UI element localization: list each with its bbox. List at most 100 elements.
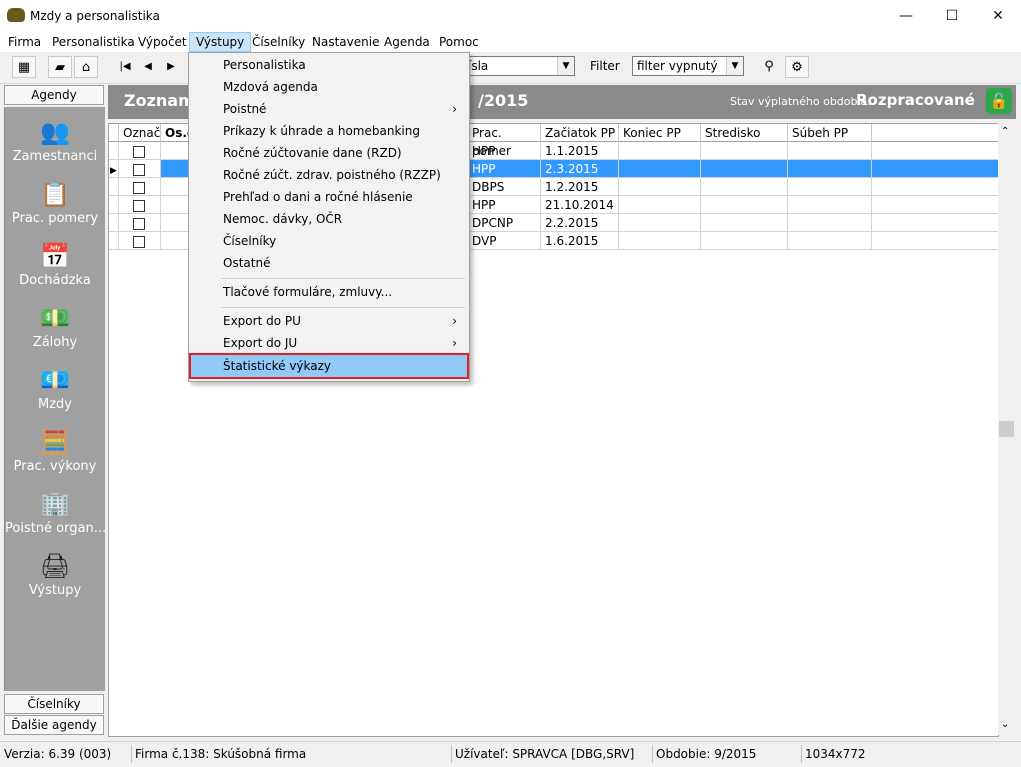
sidebar-item-vystupy[interactable]: 🖨 Výstupy [5, 545, 105, 607]
period-status-value: Rozpracované [856, 91, 975, 109]
row-checkbox[interactable] [133, 199, 145, 212]
tab-agendy[interactable]: Agendy [4, 85, 104, 105]
sidebar-item-label: Prac. pomery [11, 211, 99, 226]
table-cell-filler [872, 142, 998, 160]
menu-vypocet[interactable]: Výpočet [132, 32, 193, 52]
table-cell [788, 196, 872, 214]
column-header-prac-pomer[interactable]: Prac. pomer [468, 124, 541, 158]
row-checkbox-cell [119, 160, 161, 178]
row-checkbox[interactable] [133, 163, 145, 176]
scroll-up-icon[interactable]: ⌃ [1001, 126, 1009, 137]
menu-item-label: Ročné zúčtovanie dane (RZD) [223, 146, 402, 160]
row-checkbox-cell [119, 196, 161, 214]
prev-record-icon[interactable]: ◀ [138, 57, 158, 77]
menu-item-export-do-ju[interactable]: Export do JU › [191, 332, 467, 354]
tab-ciselniky[interactable]: Číselníky [4, 694, 104, 714]
scrollbar-thumb[interactable] [999, 421, 1014, 437]
sidebar-item-dochadzka[interactable]: 📅 Dochádzka [5, 235, 105, 297]
sidebar-item-prac-pomery[interactable]: 📋 Prac. pomery [5, 173, 105, 235]
filter-combo[interactable]: filter vypnutý ▼ [632, 56, 744, 76]
column-header-subeh-pp[interactable]: Súbeh PP [788, 124, 872, 142]
maximize-button[interactable]: ☐ [929, 0, 975, 32]
settings-icon[interactable]: ⚙ [785, 56, 809, 78]
row-indicator [109, 196, 119, 214]
row-checkbox[interactable] [133, 235, 145, 248]
sidebar-item-zalohy[interactable]: 💵 Zálohy [5, 297, 105, 359]
cell-zaciatok-pp: 1.6.2015 [541, 232, 619, 250]
column-header-koniec-pp[interactable]: Koniec PP [619, 124, 701, 142]
chevron-right-icon: › [452, 314, 457, 328]
column-header-zaciatok-pp[interactable]: Začiatok PP [541, 124, 619, 142]
menu-nastavenie[interactable]: Nastavenie [306, 32, 385, 52]
binoculars-icon[interactable]: ⚲ [757, 56, 781, 78]
menu-ciselniky[interactable]: Číselníky [246, 32, 311, 52]
chevron-down-icon[interactable]: ▼ [557, 57, 574, 75]
table-cell [619, 142, 701, 160]
table-cell [701, 160, 788, 178]
menu-item-rzzp[interactable]: Ročné zúčt. zdrav. poistného (RZZP) [191, 164, 467, 186]
menu-firma[interactable]: Firma [2, 32, 47, 52]
menu-item-statisticke-vykazy[interactable]: Štatistické výkazy [189, 353, 469, 379]
chevron-down-icon[interactable]: ▼ [726, 57, 743, 75]
contract-icon: 📋 [40, 180, 70, 208]
sidebar-item-label: Mzdy [38, 397, 72, 412]
menu-item-tlacove-formulare[interactable]: Tlačové formuláre, zmluvy... [191, 281, 467, 303]
status-version: Verzia: 6.39 (003) [4, 747, 112, 761]
first-record-icon[interactable]: |◀ [115, 57, 135, 77]
row-checkbox-cell [119, 142, 161, 160]
vertical-scrollbar[interactable]: ⌃ ⌄ [998, 123, 1015, 735]
menu-item-label: Štatistické výkazy [223, 359, 332, 373]
row-checkbox-cell [119, 178, 161, 196]
table-cell [788, 160, 872, 178]
sidebar-item-mzdy[interactable]: 💶 Mzdy [5, 359, 105, 421]
menu-item-poistne[interactable]: Poistné › [191, 98, 467, 120]
row-checkbox-cell [119, 232, 161, 250]
sidebar-item-label: Poistné organ... [5, 521, 105, 536]
column-header-oznac[interactable]: Označ [119, 124, 161, 142]
book-icon[interactable]: ▰ [48, 56, 72, 78]
tab-dalsie-agendy[interactable]: Ďalšie agendy [4, 715, 104, 735]
menu-item-export-do-pu[interactable]: Export do PU › [191, 310, 467, 332]
minimize-button[interactable]: — [883, 0, 929, 32]
menu-item-personalistika[interactable]: Personalistika [191, 54, 467, 76]
home-icon[interactable]: ⌂ [74, 56, 98, 78]
menu-vystupy[interactable]: Výstupy [189, 32, 252, 52]
status-user: Užívateľ: SPRAVCA [DBG,SRV] [451, 745, 634, 763]
menu-item-label: Ročné zúčt. zdrav. poistného (RZZP) [223, 168, 441, 182]
menu-pomoc[interactable]: Pomoc [433, 32, 485, 52]
next-record-icon[interactable]: ▶ [161, 57, 181, 77]
sidebar-item-label: Prac. výkony [13, 459, 97, 474]
menu-item-label: Poistné [223, 102, 267, 116]
menu-item-ciselniky[interactable]: Číselníky [191, 230, 467, 252]
building-icon: 🏢 [40, 490, 70, 518]
menu-item-rzd[interactable]: Ročné zúčtovanie dane (RZD) [191, 142, 467, 164]
menu-separator [221, 278, 465, 279]
menu-item-label: Ostatné [223, 256, 271, 270]
sidebar-item-poistne-organ[interactable]: 🏢 Poistné organ... [5, 483, 105, 545]
close-button[interactable]: ✕ [975, 0, 1021, 32]
calculator-icon: 🧮 [40, 428, 70, 456]
row-checkbox-cell [119, 214, 161, 232]
menu-item-mzdova-agenda[interactable]: Mzdová agenda [191, 76, 467, 98]
scroll-down-icon[interactable]: ⌄ [1001, 719, 1009, 730]
menu-item-prehlad-o-dani[interactable]: Prehľad o dani a ročné hlásenie [191, 186, 467, 208]
table-cell [619, 196, 701, 214]
row-checkbox[interactable] [133, 217, 145, 230]
unlock-icon[interactable]: 🔓 [986, 88, 1012, 114]
menu-personalistika[interactable]: Personalistika [46, 32, 141, 52]
column-header-stredisko[interactable]: Stredisko [701, 124, 788, 142]
table-cell [701, 232, 788, 250]
row-checkbox[interactable] [133, 145, 145, 158]
calculator-icon[interactable]: ▦ [12, 56, 36, 78]
menu-item-ostatne[interactable]: Ostatné [191, 252, 467, 274]
menu-item-prikazy-k-uhrade[interactable]: Príkazy k úhrade a homebanking [191, 120, 467, 142]
sort-combo[interactable]: ísla ▼ [463, 56, 575, 76]
title-bar: Mzdy a personalistika — ☐ ✕ [0, 0, 1021, 33]
table-cell [619, 160, 701, 178]
menu-item-nemoc-davky[interactable]: Nemoc. dávky, OČR [191, 208, 467, 230]
sidebar-item-zamestnanci[interactable]: 👥 Zamestnanci [5, 111, 105, 173]
row-checkbox[interactable] [133, 181, 145, 194]
sidebar-item-label: Dochádzka [19, 273, 91, 288]
sidebar-item-prac-vykony[interactable]: 🧮 Prac. výkony [5, 421, 105, 483]
menu-agenda[interactable]: Agenda [378, 32, 436, 52]
